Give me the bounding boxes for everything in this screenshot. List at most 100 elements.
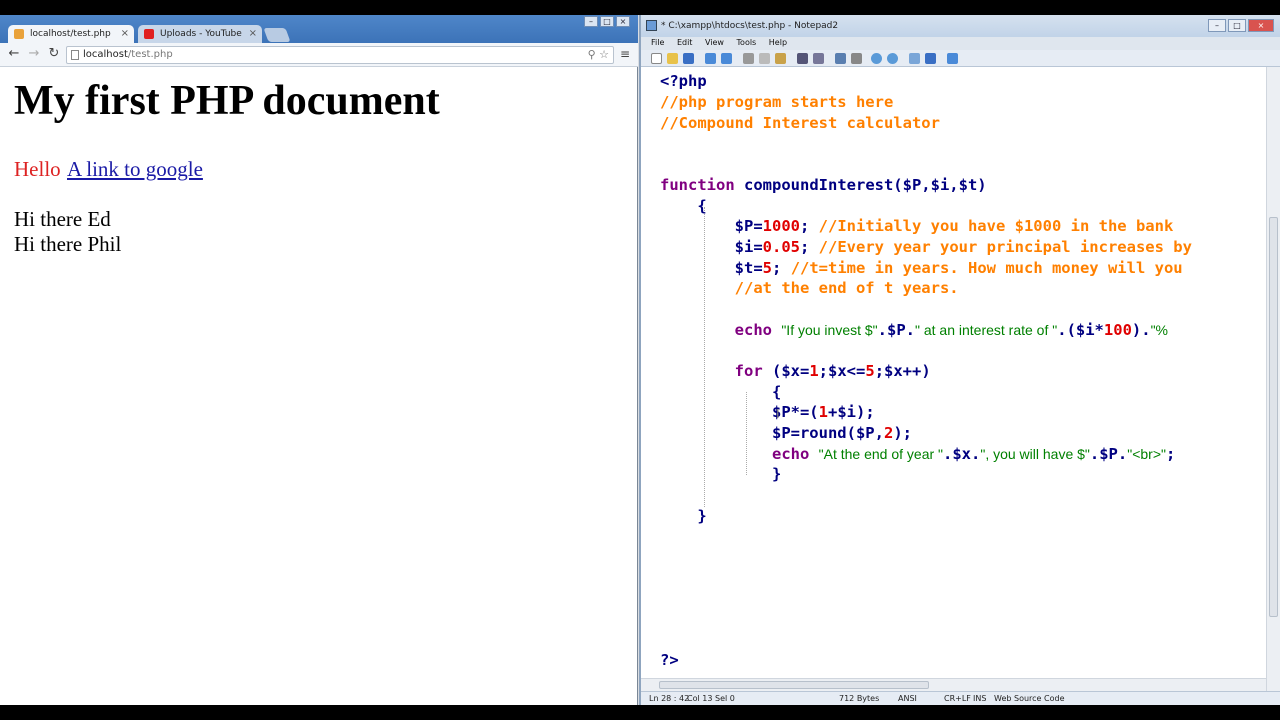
code-line-8: $P=1000; //Initially you have $1000 in t… [734,217,1174,235]
maximize-button[interactable]: □ [600,16,614,27]
code-line-11: //at the end of t years. [734,279,959,297]
status-col: Col 13 [687,694,713,703]
editor-gutter [641,67,660,691]
menu-icon[interactable]: ≡ [620,47,630,61]
open-folder-icon[interactable] [667,53,678,64]
scheme-icon[interactable] [909,53,920,64]
editor-statusbar: Ln 28 : 42 Col 13 Sel 0 712 Bytes ANSI C… [641,691,1280,705]
code-line-22: } [697,507,707,525]
minimize-button[interactable]: – [1208,19,1226,32]
redo-icon[interactable] [721,53,732,64]
code-line-6: function compoundInterest($P,$i,$t) [660,176,987,194]
cut-icon[interactable] [743,53,754,64]
address-host: localhost [83,49,128,60]
status-size: 712 Bytes [839,694,880,703]
code-line-9: $i=0.05; //Every year your principal inc… [734,238,1192,256]
find-icon[interactable] [797,53,808,64]
close-window-button[interactable]: × [1248,19,1274,32]
menu-view[interactable]: View [705,38,724,47]
vertical-scrollbar[interactable] [1266,67,1280,691]
menu-help[interactable]: Help [769,38,787,47]
browser-toolbar: ← → ↻ localhost/test.php ⚲ ☆ ≡ [0,43,638,67]
paste-icon[interactable] [775,53,786,64]
web-page: My first PHP document Hello A link to go… [0,67,637,705]
browser-tab-strip: localhost/test.php × Uploads - YouTube ×… [0,15,638,43]
notepad-icon [646,20,657,31]
chrome-browser-window: localhost/test.php × Uploads - YouTube ×… [0,15,638,705]
code-line-17: $P*=(1+$i); [771,403,875,421]
horizontal-scrollbar[interactable] [641,678,1266,691]
status-eol: CR+LF [944,694,971,703]
save-icon[interactable] [683,53,694,64]
editor-menubar: File Edit View Tools Help [641,37,1280,49]
close-tab-icon[interactable]: × [121,25,129,43]
menu-edit[interactable]: Edit [677,38,693,47]
copy-icon[interactable] [759,53,770,64]
new-file-icon[interactable] [651,53,662,64]
omnibox-icons: ⚲ ☆ [588,47,609,63]
code-line-3: //Compound Interest calculator [660,114,940,132]
code-line-1: <?php [660,72,707,90]
tab-youtube[interactable]: Uploads - YouTube × [138,25,262,43]
code-editor[interactable]: <?php //php program starts here //Compou… [660,67,1266,691]
back-icon[interactable]: ← [6,46,22,62]
code-line-2: //php program starts here [660,93,894,111]
window-controls: – □ × [1208,19,1274,32]
code-line-7: { [697,197,707,215]
scroll-thumb[interactable] [1269,217,1278,617]
greeting-line-2: Hi there Phil [14,232,122,256]
code-line-20: } [771,465,782,483]
editor-title: * C:\xampp\htdocs\test.php - Notepad2 [661,21,839,31]
code-line-28: ?> [660,651,679,669]
zoom-icon[interactable]: ⚲ [588,48,596,61]
scroll-thumb[interactable] [659,681,929,689]
undo-icon[interactable] [705,53,716,64]
code-line-19: echo "At the end of year ".$x.", you wil… [771,445,1176,463]
menu-file[interactable]: File [651,38,664,47]
status-sel: Sel 0 [715,694,735,703]
menu-tools[interactable]: Tools [737,38,757,47]
page-icon [71,50,79,60]
mouse-ibeam-cursor: I [776,407,780,421]
tab-localhost[interactable]: localhost/test.php × [8,25,134,43]
forward-icon[interactable]: → [26,46,42,62]
minimize-button[interactable]: – [584,16,598,27]
bookmark-star-icon[interactable]: ☆ [599,48,609,61]
source-code: <?php //php program starts here //Compou… [660,67,1192,669]
hello-text: Hello [14,157,61,181]
editor-toolbar [641,50,1280,67]
tab-label: localhost/test.php [30,29,111,39]
status-scheme: Web Source Code [994,694,1065,703]
close-window-button[interactable]: × [616,16,630,27]
php-file-icon [14,29,24,39]
code-line-15: for ($x=1;$x<=5;$x++) [734,362,931,380]
maximize-button[interactable]: □ [1228,19,1246,32]
youtube-icon [144,29,154,39]
status-encoding: ANSI [898,694,917,703]
zoom-out-icon[interactable] [887,53,898,64]
code-line-16: { [771,383,782,401]
view-whitespace-icon[interactable] [851,53,862,64]
page-heading: My first PHP document [14,78,440,124]
window-controls: – □ × [584,16,630,27]
desktop: localhost/test.php × Uploads - YouTube ×… [0,15,1280,705]
customize-schemes-icon[interactable] [925,53,936,64]
google-link[interactable]: A link to google [67,157,203,182]
reload-icon[interactable]: ↻ [46,46,62,62]
code-line-18: $P=round($P,2); [771,424,912,442]
editor-titlebar: * C:\xampp\htdocs\test.php - Notepad2 – … [641,15,1280,37]
close-tab-icon[interactable]: × [249,25,257,43]
code-line-13: echo "If you invest $".$P." at an intere… [734,321,1168,339]
address-bar[interactable]: localhost/test.php ⚲ ☆ [66,46,614,64]
settings-icon[interactable] [947,53,958,64]
code-line-10: $t=5; //t=time in years. How much money … [734,259,1183,277]
status-line: Ln 28 : 42 [649,694,690,703]
greeting-line-1: Hi there Ed [14,207,111,231]
notepad2-window: * C:\xampp\htdocs\test.php - Notepad2 – … [639,15,1280,705]
new-tab-button[interactable] [263,28,291,42]
address-path: /test.php [127,49,173,60]
word-wrap-icon[interactable] [835,53,846,64]
tab-label: Uploads - YouTube [160,29,242,39]
zoom-in-icon[interactable] [871,53,882,64]
replace-icon[interactable] [813,53,824,64]
